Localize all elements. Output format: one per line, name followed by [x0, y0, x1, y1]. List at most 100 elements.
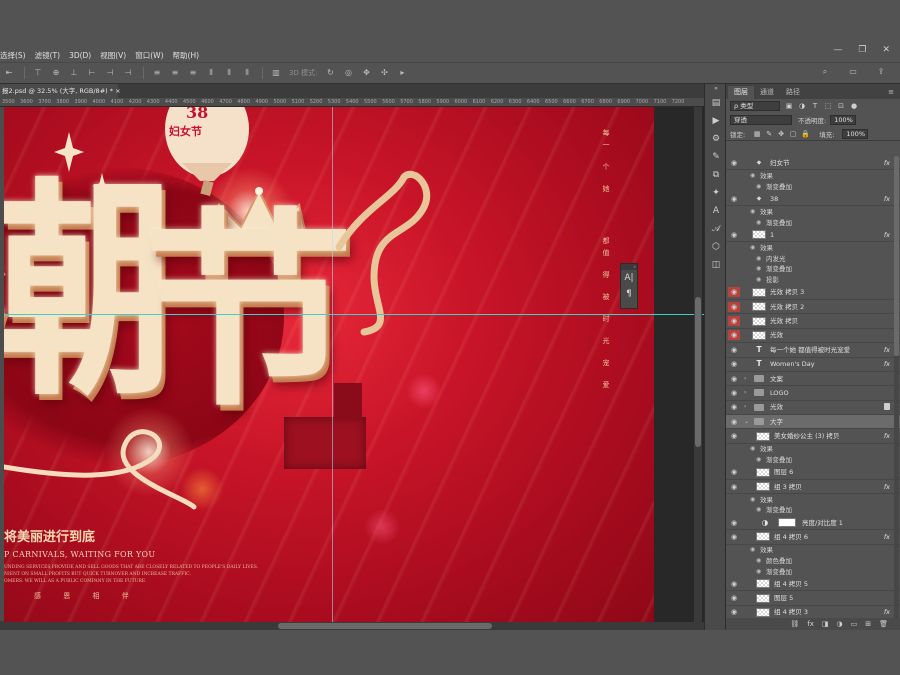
shape-filter-icon[interactable]: ⬚ [824, 102, 832, 110]
adjustments-icon[interactable]: ◫ [705, 256, 727, 274]
layer-row[interactable]: ◉ T 每一个她 都值得被时光宠爱 fx [726, 343, 900, 358]
character-icon[interactable]: A [705, 202, 727, 220]
layer-effect-item[interactable]: ◉ 效果 [726, 242, 900, 253]
layer-row[interactable]: ◉ › 光效 [726, 401, 900, 416]
fx-icon[interactable]: fx [884, 483, 890, 491]
layer-row[interactable]: ◉ 组 3 拷贝 fx [726, 480, 900, 495]
fx-icon[interactable]: fx [884, 195, 890, 203]
menu-filter[interactable]: 滤镜(T) [35, 50, 60, 61]
paint-icon[interactable]: ✦ [705, 184, 727, 202]
chevron-down-icon[interactable]: ⌄ [744, 418, 749, 426]
effect-visibility-icon[interactable]: ◉ [756, 568, 761, 576]
3d-cube-icon[interactable]: ⬡ [705, 238, 727, 256]
distribute-middle-icon[interactable]: ≡ [170, 68, 180, 78]
layer-row[interactable]: ◉ 图层 6 [726, 465, 900, 480]
align-top-icon[interactable]: ⊤ [33, 68, 43, 78]
3d-scale-icon[interactable]: ▸ [397, 68, 407, 78]
clone-icon[interactable]: ⧉ [705, 166, 727, 184]
align-hleft-icon[interactable]: ⊢ [87, 68, 97, 78]
layer-effect-item[interactable]: ◉ 颜色叠加 [726, 555, 900, 566]
layer-row[interactable]: ◉ T Women's Day fx [726, 358, 900, 372]
fx-icon[interactable]: fx [884, 360, 890, 368]
eye-icon[interactable]: ◉ [728, 316, 740, 327]
play-icon[interactable]: ▶ [705, 112, 727, 130]
layer-row[interactable]: ◉ 图层 5 [726, 591, 900, 606]
fx-icon[interactable]: fx [884, 608, 890, 616]
align-left-icon[interactable]: ⇤ [4, 68, 14, 78]
layer-row[interactable]: ◉ 组 4 拷贝 3 fx [726, 606, 900, 618]
3d-roll-icon[interactable]: ◎ [343, 68, 353, 78]
effect-visibility-icon[interactable]: ◉ [756, 557, 761, 565]
new-layer-icon[interactable]: ⊞ [865, 620, 871, 628]
3d-pan-icon[interactable]: ✥ [361, 68, 371, 78]
effect-visibility-icon[interactable]: ◉ [756, 276, 761, 284]
share-icon[interactable]: ⇪ [876, 67, 886, 77]
layer-mask-thumbnail[interactable] [778, 518, 796, 527]
horizontal-ruler[interactable]: 3500 3600 3700 3800 3900 4000 4100 4200 4300 4400… [0, 98, 704, 107]
tab-paths[interactable]: 路径 [780, 86, 806, 99]
layer-effect-item[interactable]: ◉ 效果 [726, 545, 900, 556]
eye-icon[interactable]: ◉ [728, 518, 740, 528]
effect-visibility-icon[interactable]: ◉ [750, 244, 755, 252]
effect-visibility-icon[interactable]: ◉ [756, 183, 761, 191]
chevron-right-icon[interactable]: › [744, 403, 746, 411]
chevron-right-icon[interactable]: › [744, 375, 746, 383]
layer-row[interactable]: ◉ ◑ 亮度/对比度 1 [726, 516, 900, 531]
opacity-input[interactable]: 100% [830, 115, 857, 125]
lock-pixels-icon[interactable]: ▦ [753, 130, 761, 138]
lock-move-icon[interactable]: ✥ [777, 130, 785, 138]
menu-3d[interactable]: 3D(D) [69, 51, 91, 60]
effect-visibility-icon[interactable]: ◉ [756, 265, 761, 273]
fx-icon[interactable]: fx [884, 231, 890, 239]
distribute-right-icon[interactable]: ⫴ [242, 68, 252, 78]
effect-visibility-icon[interactable]: ◉ [750, 496, 755, 504]
workspace-icon[interactable]: ▭ [848, 67, 858, 77]
effect-visibility-icon[interactable]: ◉ [756, 255, 761, 263]
adjust-icon[interactable]: ⚙ [705, 130, 727, 148]
search-icon[interactable]: ⌕ [820, 67, 830, 77]
eye-icon[interactable]: ◉ [728, 230, 740, 240]
menu-help[interactable]: 帮助(H) [173, 50, 200, 61]
eye-icon[interactable]: ◉ [728, 593, 740, 603]
layer-row[interactable]: ◉ 组 4 拷贝 5 [726, 577, 900, 592]
eye-icon[interactable]: ◉ [728, 402, 740, 412]
distribute-top-icon[interactable]: ≡ [152, 68, 162, 78]
paragraph-panel-button[interactable]: ¶ [621, 286, 637, 302]
effect-visibility-icon[interactable]: ◉ [756, 506, 761, 514]
guide-line-horizontal[interactable] [4, 314, 704, 315]
restore-button[interactable]: ❐ [858, 44, 866, 56]
new-adjustment-icon[interactable]: ◑ [837, 620, 843, 628]
effect-visibility-icon[interactable]: ◉ [756, 219, 761, 227]
close-icon[interactable]: × [115, 87, 120, 95]
layer-effect-item[interactable]: ◉ 效果 [726, 206, 900, 217]
add-style-icon[interactable]: fx [807, 620, 814, 628]
layer-row[interactable]: ◉ 1 fx [726, 228, 900, 243]
link-layers-icon[interactable]: ⛓ [790, 620, 799, 628]
brush-icon[interactable]: ✎ [705, 148, 727, 166]
type-filter-icon[interactable]: T [811, 102, 819, 110]
eye-icon[interactable]: ◉ [728, 467, 740, 477]
fx-icon[interactable]: fx [884, 346, 890, 354]
fx-icon[interactable]: fx [884, 159, 890, 167]
scrollbar-thumb[interactable] [278, 623, 492, 629]
layer-effect-item[interactable]: ◉ 渐变叠加 [726, 217, 900, 228]
layer-effect-item[interactable]: ◉ 渐变叠加 [726, 264, 900, 275]
effect-visibility-icon[interactable]: ◉ [750, 172, 755, 180]
lock-artboard-icon[interactable]: ▢ [789, 130, 797, 138]
layer-row[interactable]: ◉ 组 4 拷贝 6 fx [726, 530, 900, 545]
align-bottom-icon[interactable]: ⊥ [69, 68, 79, 78]
fx-icon[interactable]: fx [884, 533, 890, 541]
layer-row[interactable]: ◉ › 文案 [726, 372, 900, 387]
eye-icon[interactable]: ◉ [728, 158, 740, 168]
panel-menu-icon[interactable]: ≡ [882, 86, 900, 99]
trash-icon[interactable]: 🗑 [879, 620, 888, 628]
canvas-horizontal-scrollbar[interactable] [4, 622, 694, 630]
layer-effect-item[interactable]: ◉ 效果 [726, 170, 900, 181]
layer-row[interactable]: ◉ ⌄ 大字 [726, 415, 900, 430]
eye-icon[interactable]: ◉ [728, 301, 740, 312]
add-mask-icon[interactable]: ◨ [822, 620, 829, 628]
eye-icon[interactable]: ◉ [728, 374, 740, 384]
layer-row[interactable]: ◉ 光效 拷贝 [726, 314, 900, 329]
eye-icon[interactable]: ◉ [728, 417, 740, 427]
lock-paint-icon[interactable]: ✎ [765, 130, 773, 138]
